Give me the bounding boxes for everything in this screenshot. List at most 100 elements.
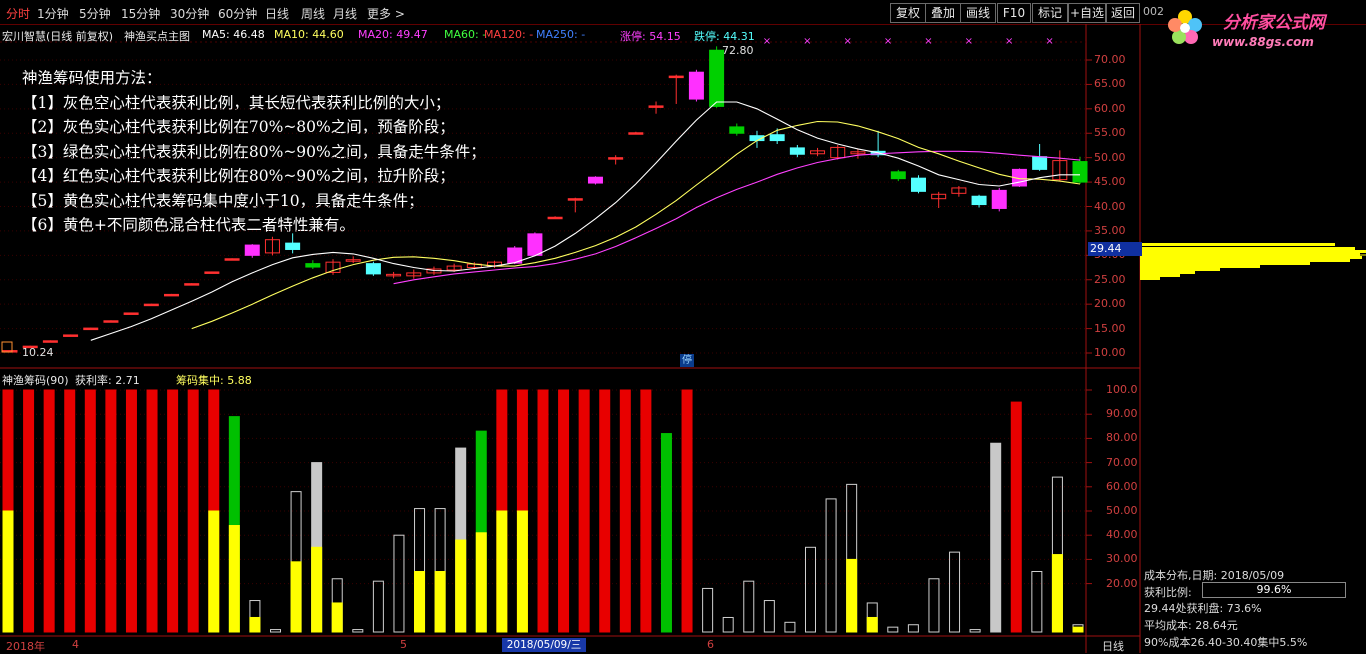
profit-bar: [722, 616, 734, 633]
indicator-tick-label: 20.00: [1106, 576, 1138, 590]
chip-distribution-bar: [1140, 277, 1160, 280]
candle-body: [688, 71, 704, 100]
date-month-5: 5: [400, 638, 407, 651]
candle-body: [608, 157, 624, 160]
chip-distribution-bar: [1140, 265, 1260, 268]
profit-bar: [660, 433, 672, 633]
profit-bar: [372, 580, 384, 633]
profit-bar: [990, 442, 1002, 633]
chip-distribution-bar: [1140, 271, 1195, 274]
candle-body: [365, 263, 381, 275]
concentration-bar: [846, 558, 858, 633]
concentration-bar: [290, 561, 302, 633]
candle-body: [769, 134, 785, 142]
candle-body: [184, 283, 200, 286]
concentration-bar: [331, 602, 343, 633]
profit-bar: [393, 534, 405, 633]
ma5-line: [90, 101, 1080, 341]
signal-marker: ×: [803, 36, 811, 47]
candle-body: [991, 189, 1007, 209]
candle-body: [628, 132, 644, 135]
ma20-line: [393, 150, 1081, 285]
profit-bar: [537, 389, 549, 633]
price-tick-label: 50.00: [1094, 150, 1126, 164]
candle-body: [103, 320, 119, 323]
candle-body: [244, 244, 260, 256]
concentration-bar: [496, 510, 508, 633]
chip-distribution-bar: [1140, 268, 1220, 271]
signal-marker: ×: [965, 36, 973, 47]
profit-bar: [681, 389, 693, 633]
signal-marker: ×: [1005, 36, 1013, 47]
candle-body: [668, 75, 684, 79]
candle-body: [63, 334, 79, 337]
concentration-bar: [1072, 626, 1084, 633]
indicator-tick-label: 100.0: [1106, 383, 1138, 396]
dist-line: 90%成本26.40-30.40集中5.5%: [1144, 636, 1308, 649]
indicator-tick-label: 50.00: [1106, 504, 1138, 517]
period-label: 日线: [1102, 640, 1124, 653]
profit-bar: [763, 600, 775, 633]
candle-body: [143, 303, 159, 307]
indicator-tick-label: 90.00: [1106, 407, 1138, 421]
concentration-bar: [1051, 554, 1063, 633]
current-price-marker: 29.44: [1088, 242, 1142, 256]
profit-bar: [619, 389, 631, 633]
candle-body: [709, 49, 725, 107]
concentration-bar: [434, 571, 446, 633]
signal-marker: ×: [1045, 36, 1053, 47]
candle-body: [164, 293, 180, 297]
candle-body: [123, 312, 139, 315]
chip-distribution-bar: [1140, 256, 1362, 259]
indicator-tick-label: 80.00: [1106, 431, 1138, 445]
profit-bar: [105, 389, 117, 633]
profit-bar: [146, 389, 158, 633]
profit-bar: [84, 389, 96, 633]
price-tick-label: 25.00: [1094, 272, 1126, 286]
profit-bar: [187, 389, 199, 633]
cursor-date: 2018/05/09/三: [502, 638, 586, 652]
price-tick-label: 65.00: [1094, 77, 1126, 91]
concentration-bar: [414, 571, 426, 633]
profit-label: 获利比例:: [1144, 586, 1192, 599]
cost-distribution-panel: 成本分布,日期: 2018/05/09 获利比例: 99.6% 29.44处获利…: [1140, 564, 1366, 653]
candle-body: [1072, 161, 1088, 183]
chip-distribution-bar: [1140, 250, 1366, 253]
profit-bar: [270, 629, 281, 633]
profit-bar: [969, 629, 981, 633]
price-tick-label: 70.00: [1094, 53, 1126, 66]
low-price-label: 10.24: [22, 346, 54, 359]
concentration-bar: [455, 539, 467, 633]
candle-body: [1032, 156, 1048, 170]
price-tick-label: 55.00: [1094, 126, 1126, 140]
profit-bar: [1031, 571, 1043, 633]
candle-body: [890, 171, 906, 180]
concentration-bar: [866, 616, 878, 633]
high-price-label: 72.80: [722, 44, 754, 57]
profit-bar: [907, 624, 919, 633]
profit-bar: [599, 389, 611, 633]
dist-line: 平均成本: 28.64元: [1144, 619, 1238, 632]
profit-bar: [743, 580, 755, 633]
indicator-tick-label: 70.00: [1106, 455, 1138, 469]
profit-bar: [825, 498, 837, 633]
concentration-bar: [228, 525, 240, 633]
date-month-4: 4: [72, 638, 79, 651]
profit-bar: [578, 389, 590, 633]
profit-bar: [949, 551, 961, 633]
chip-distribution-bar: [1140, 274, 1180, 277]
indicator-tick-label: 30.00: [1106, 552, 1138, 566]
signal-marker: ×: [844, 36, 852, 47]
profit-bar: [558, 389, 570, 633]
price-tick-label: 10.00: [1094, 346, 1126, 359]
candle-body: [204, 271, 220, 274]
candle-body: [729, 126, 745, 134]
concentration-bar: [249, 616, 261, 633]
concentration-bar: [516, 510, 528, 633]
candle-body: [971, 195, 987, 206]
concentration-bar: [208, 510, 220, 633]
chip-distribution-bar: [1140, 243, 1335, 246]
candle-body: [648, 105, 664, 108]
dist-line: 29.44处获利盘: 73.6%: [1144, 602, 1262, 615]
profit-bar: [640, 389, 652, 633]
